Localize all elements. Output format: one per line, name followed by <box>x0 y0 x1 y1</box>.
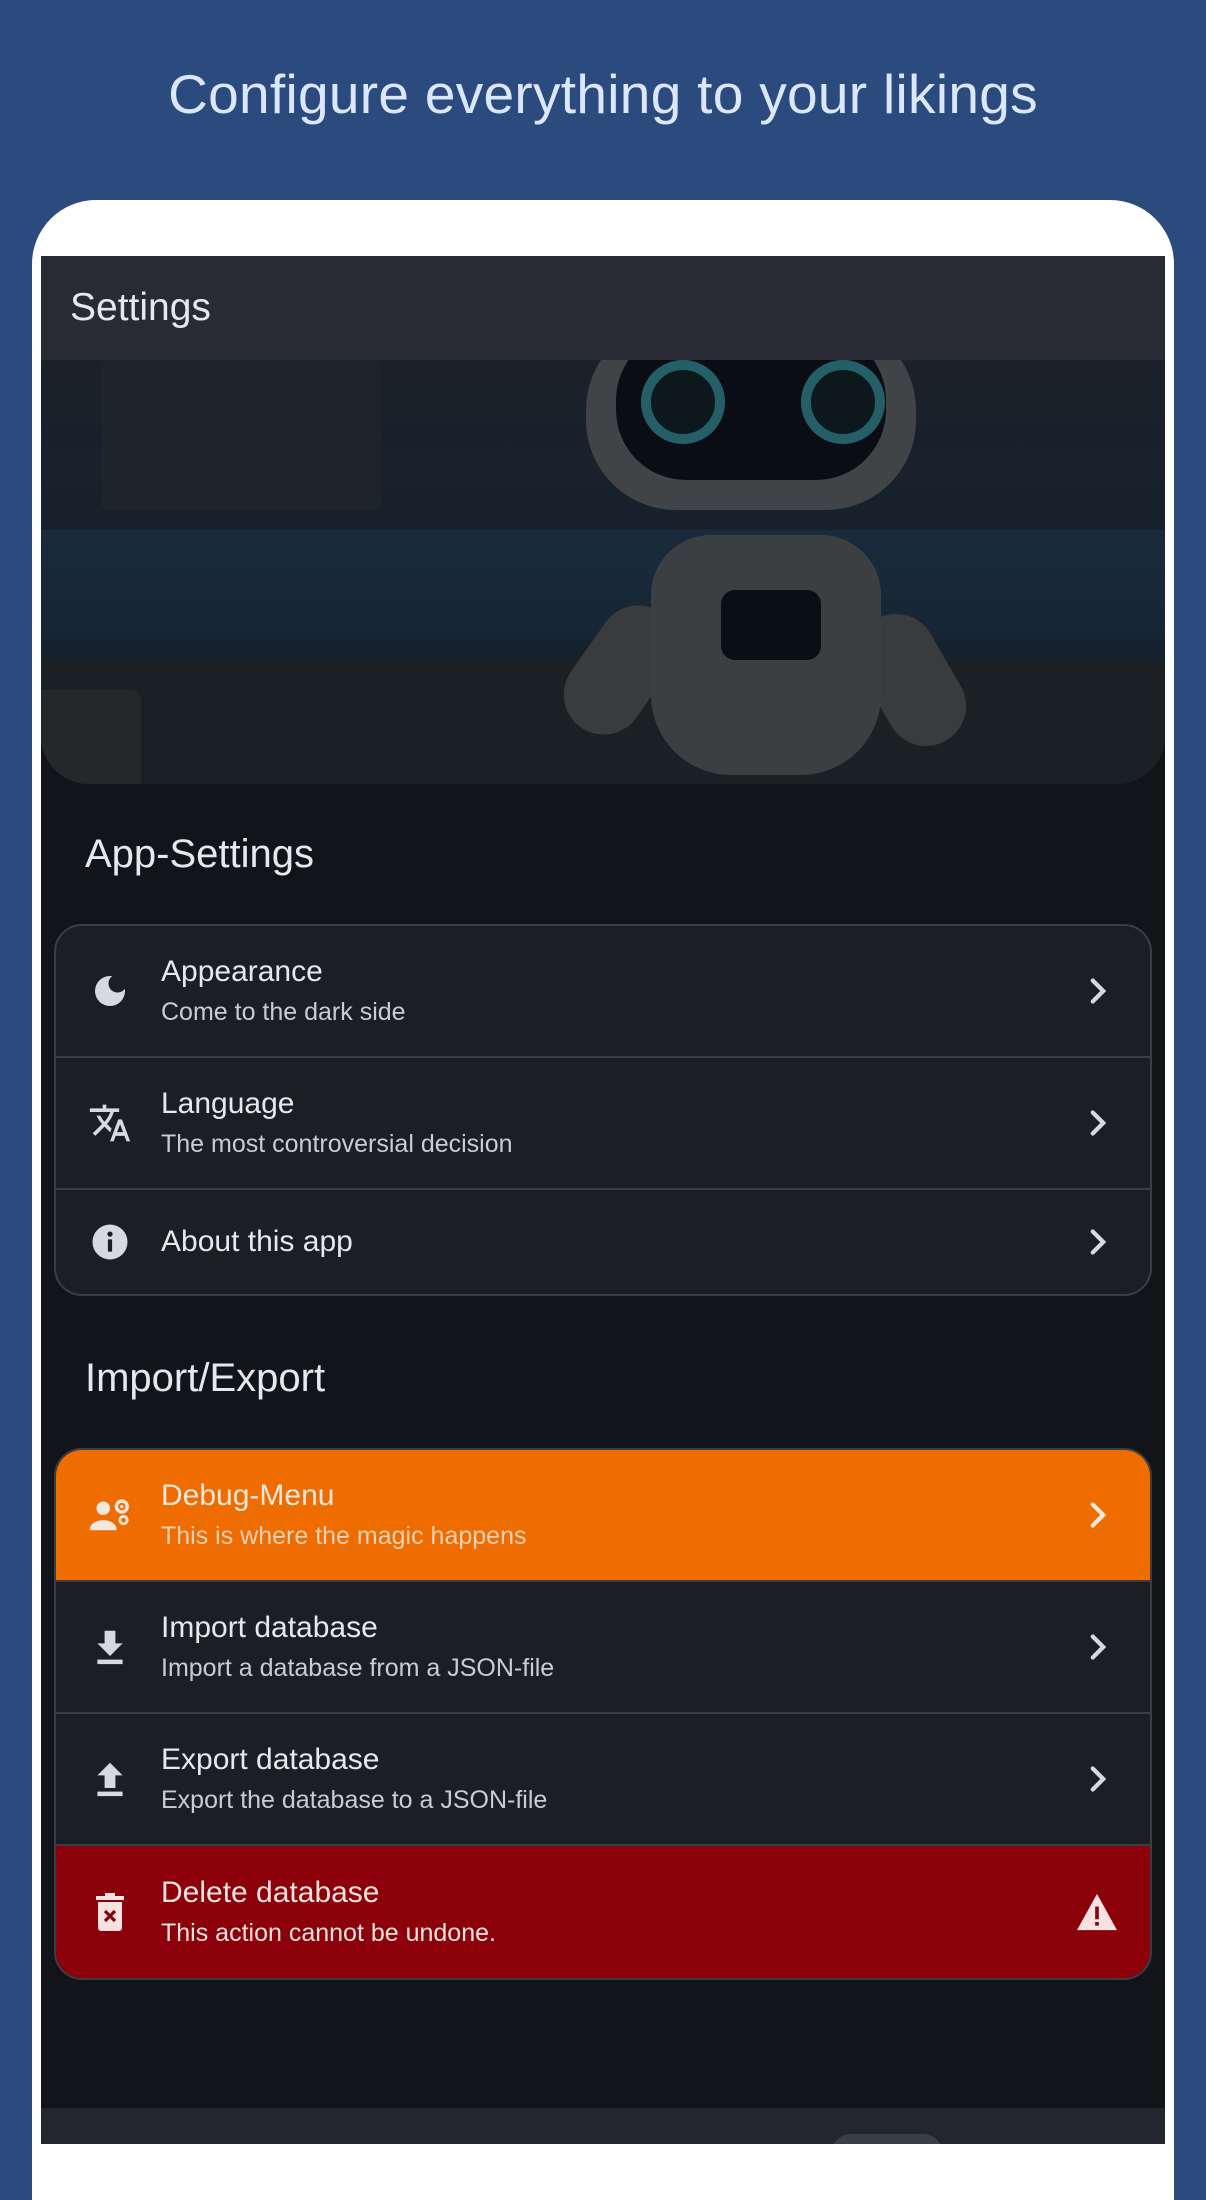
chevron-right-icon <box>1086 1227 1110 1257</box>
app-screen: Settings App-Settings Appearance Come to… <box>41 256 1165 2144</box>
page-title: Settings <box>70 286 211 329</box>
bottom-nav-indicator[interactable] <box>831 2134 943 2144</box>
bottom-navigation-bar <box>41 2108 1165 2144</box>
chevron-right-icon <box>1086 1764 1110 1794</box>
item-label: Language <box>161 1087 295 1120</box>
download-icon <box>88 1625 132 1669</box>
chevron-right-icon <box>1086 976 1110 1006</box>
item-subtitle: This is where the magic happens <box>161 1522 527 1550</box>
item-subtitle: Come to the dark side <box>161 998 406 1026</box>
settings-item-delete-database[interactable]: Delete database This action cannot be un… <box>56 1846 1150 1978</box>
promo-heading: Configure everything to your likings <box>168 63 1038 125</box>
chevron-right-icon <box>1086 1500 1110 1530</box>
item-label: About this app <box>161 1225 353 1258</box>
hero-overlay <box>41 360 1165 784</box>
item-subtitle: This action cannot be undone. <box>161 1919 496 1947</box>
settings-item-export-database[interactable]: Export database Export the database to a… <box>56 1714 1150 1846</box>
item-label: Export database <box>161 1743 380 1776</box>
app-bar: Settings <box>41 256 1165 360</box>
chevron-right-icon <box>1086 1632 1110 1662</box>
trash-icon <box>88 1890 132 1934</box>
item-subtitle: The most controversial decision <box>161 1130 513 1158</box>
settings-item-language[interactable]: Language The most controversial decision <box>56 1058 1150 1190</box>
item-label: Delete database <box>161 1876 380 1909</box>
import-export-card: Debug-Menu This is where the magic happe… <box>54 1448 1152 1980</box>
item-label: Import database <box>161 1611 378 1644</box>
item-label: Debug-Menu <box>161 1479 335 1512</box>
section-title-app-settings: App-Settings <box>85 832 315 876</box>
item-label: Appearance <box>161 955 323 988</box>
app-settings-card: Appearance Come to the dark side Languag… <box>54 924 1152 1296</box>
engineer-icon <box>88 1493 132 1537</box>
upload-icon <box>88 1757 132 1801</box>
settings-item-appearance[interactable]: Appearance Come to the dark side <box>56 926 1150 1058</box>
moon-icon <box>88 969 132 1013</box>
settings-item-about[interactable]: About this app <box>56 1190 1150 1294</box>
settings-item-debug-menu[interactable]: Debug-Menu This is where the magic happe… <box>56 1450 1150 1582</box>
chevron-right-icon <box>1086 1108 1110 1138</box>
settings-item-import-database[interactable]: Import database Import a database from a… <box>56 1582 1150 1714</box>
item-subtitle: Export the database to a JSON-file <box>161 1786 548 1814</box>
translate-icon <box>88 1101 132 1145</box>
hero-image <box>41 360 1165 784</box>
section-title-import-export: Import/Export <box>85 1356 326 1400</box>
item-subtitle: Import a database from a JSON-file <box>161 1654 555 1682</box>
info-icon <box>88 1220 132 1264</box>
warning-icon <box>1074 1893 1120 1931</box>
